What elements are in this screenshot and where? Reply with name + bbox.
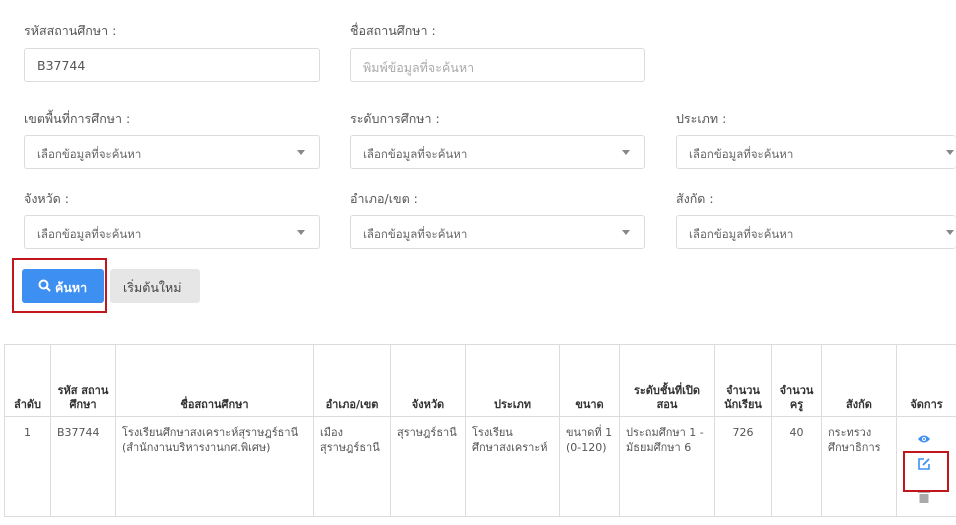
chevron-down-icon xyxy=(946,150,954,155)
chevron-down-icon xyxy=(622,150,630,155)
type-select[interactable]: เลือกข้อมูลที่จะค้นหา xyxy=(676,135,956,169)
table-header-row: ลำดับ รหัส สถาน ศึกษา ชื่อสถานศึกษา อำเภ… xyxy=(4,344,956,417)
cell-province: สุราษฎร์ธานี xyxy=(390,416,466,517)
district-select-value: เลือกข้อมูลที่จะค้นหา xyxy=(363,227,468,241)
level-select-value: เลือกข้อมูลที่จะค้นหา xyxy=(363,147,468,161)
area-select-value: เลือกข้อมูลที่จะค้นหา xyxy=(37,147,142,161)
edit-button-highlight xyxy=(903,451,949,492)
table-row: 1 B37744 โรงเรียนศึกษาสงเคราะห์สุราษฎร์ธ… xyxy=(4,416,956,517)
cell-district: เมือง สุราษฎร์ธานี xyxy=(313,416,391,517)
province-select[interactable]: เลือกข้อมูลที่จะค้นหา xyxy=(24,215,320,249)
col-district: อำเภอ/เขต xyxy=(313,344,391,417)
cell-no: 1 xyxy=(4,416,51,517)
results-table: ลำดับ รหัส สถาน ศึกษา ชื่อสถานศึกษา อำเภ… xyxy=(4,344,956,517)
district-select[interactable]: เลือกข้อมูลที่จะค้นหา xyxy=(350,215,645,249)
province-select-value: เลือกข้อมูลที่จะค้นหา xyxy=(37,227,142,241)
area-label: เขตพื้นที่การศึกษา : xyxy=(24,111,131,126)
col-students: จำนวน นักเรียน xyxy=(714,344,772,417)
cell-levels: ประถมศึกษา 1 - มัธยมศึกษา 6 xyxy=(619,416,715,517)
col-province: จังหวัด xyxy=(390,344,466,417)
affiliation-select[interactable]: เลือกข้อมูลที่จะค้นหา xyxy=(676,215,956,249)
cell-name: โรงเรียนศึกษาสงเคราะห์สุราษฎร์ธานี (สำนั… xyxy=(115,416,314,517)
eye-icon[interactable] xyxy=(917,434,931,444)
school-code-value: B37744 xyxy=(37,58,86,73)
level-label: ระดับการศึกษา : xyxy=(350,111,440,126)
cell-size: ขนาดที่ 1 (0-120) xyxy=(559,416,620,517)
school-name-placeholder: พิมพ์ข้อมูลที่จะค้นหา xyxy=(363,60,475,75)
col-teachers: จำนวน ครู xyxy=(771,344,822,417)
type-select-value: เลือกข้อมูลที่จะค้นหา xyxy=(689,147,794,161)
cell-teachers: 40 xyxy=(771,416,822,517)
col-actions: จัดการ xyxy=(896,344,956,417)
affiliation-label: สังกัด : xyxy=(676,191,714,206)
type-label: ประเภท : xyxy=(676,111,727,126)
search-button-highlight xyxy=(12,258,107,313)
col-affiliation: สังกัด xyxy=(821,344,897,417)
school-name-label: ชื่อสถานศึกษา : xyxy=(350,23,436,38)
province-label: จังหวัด : xyxy=(24,191,69,206)
school-code-input[interactable]: B37744 xyxy=(24,48,320,82)
school-code-label: รหัสสถานศึกษา : xyxy=(24,23,117,38)
chevron-down-icon xyxy=(622,230,630,235)
cell-type: โรงเรียน ศึกษาสงเคราะห์ xyxy=(465,416,560,517)
col-name: ชื่อสถานศึกษา xyxy=(115,344,314,417)
chevron-down-icon xyxy=(946,230,954,235)
area-select[interactable]: เลือกข้อมูลที่จะค้นหา xyxy=(24,135,320,169)
cell-students: 726 xyxy=(714,416,772,517)
chevron-down-icon xyxy=(297,230,305,235)
col-no: ลำดับ xyxy=(4,344,51,417)
col-code: รหัส สถาน ศึกษา xyxy=(50,344,116,417)
chevron-down-icon xyxy=(297,150,305,155)
col-levels: ระดับชั้นที่เปิด สอน xyxy=(619,344,715,417)
cell-code: B37744 xyxy=(50,416,116,517)
school-name-input[interactable]: พิมพ์ข้อมูลที่จะค้นหา xyxy=(350,48,645,82)
reset-button[interactable]: เริ่มต้นใหม่ xyxy=(110,269,200,303)
district-label: อำเภอ/เขต : xyxy=(350,191,418,206)
col-type: ประเภท xyxy=(465,344,560,417)
level-select[interactable]: เลือกข้อมูลที่จะค้นหา xyxy=(350,135,645,169)
affiliation-select-value: เลือกข้อมูลที่จะค้นหา xyxy=(689,227,794,241)
col-size: ขนาด xyxy=(559,344,620,417)
cell-affiliation: กระทรวง ศึกษาธิการ xyxy=(821,416,897,517)
reset-button-label: เริ่มต้นใหม่ xyxy=(123,280,182,295)
